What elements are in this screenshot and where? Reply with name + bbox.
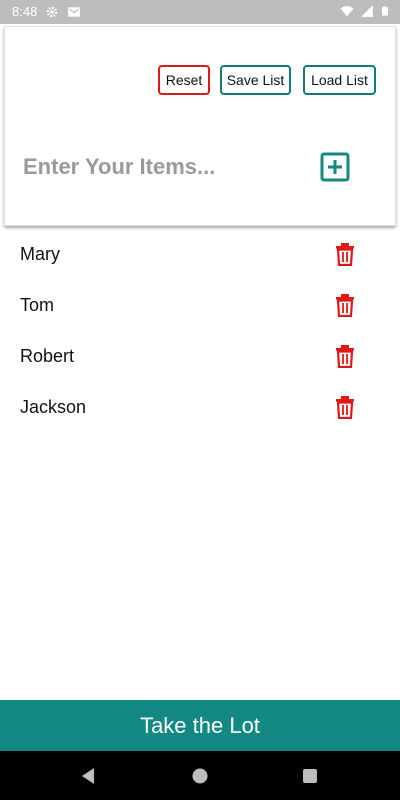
- item-name: Jackson: [20, 397, 87, 417]
- delete-item-icon[interactable]: [334, 293, 356, 317]
- load-list-button[interactable]: Load List: [303, 65, 376, 95]
- delete-item-icon[interactable]: [334, 242, 356, 266]
- status-left: 8:48: [12, 4, 81, 20]
- list-item: Mary: [0, 228, 400, 279]
- delete-item-icon[interactable]: [334, 344, 356, 368]
- signal-icon: [361, 5, 373, 17]
- item-input[interactable]: [23, 149, 283, 185]
- navigation-bar: [0, 751, 400, 800]
- status-time: 8:48: [12, 4, 38, 19]
- recents-icon[interactable]: [299, 765, 321, 787]
- status-bar: 8:48: [0, 0, 400, 24]
- list-item: Tom: [0, 279, 400, 330]
- save-list-button[interactable]: Save List: [220, 65, 291, 95]
- status-right: [340, 4, 390, 18]
- settings-icon: [47, 6, 58, 18]
- add-item-icon[interactable]: [320, 152, 350, 182]
- list-item: Robert: [0, 330, 400, 381]
- item-list: Mary Tom Robert Jackson: [0, 228, 400, 432]
- home-icon[interactable]: [189, 765, 211, 787]
- app-screen: 8:48 Reset Save List Load List Enter You…: [0, 0, 400, 800]
- take-the-lot-button[interactable]: Take the Lot: [0, 700, 400, 751]
- item-name: Robert: [20, 346, 75, 366]
- back-icon[interactable]: [78, 765, 100, 787]
- list-item: Jackson: [0, 381, 400, 432]
- input-card: Reset Save List Load List: [4, 26, 396, 226]
- item-name: Mary: [20, 244, 60, 264]
- wifi-icon: [340, 6, 354, 17]
- item-name: Tom: [20, 295, 55, 315]
- gmail-icon: [68, 7, 81, 17]
- delete-item-icon[interactable]: [334, 395, 356, 419]
- battery-icon: [382, 6, 388, 16]
- reset-button[interactable]: Reset: [158, 65, 210, 95]
